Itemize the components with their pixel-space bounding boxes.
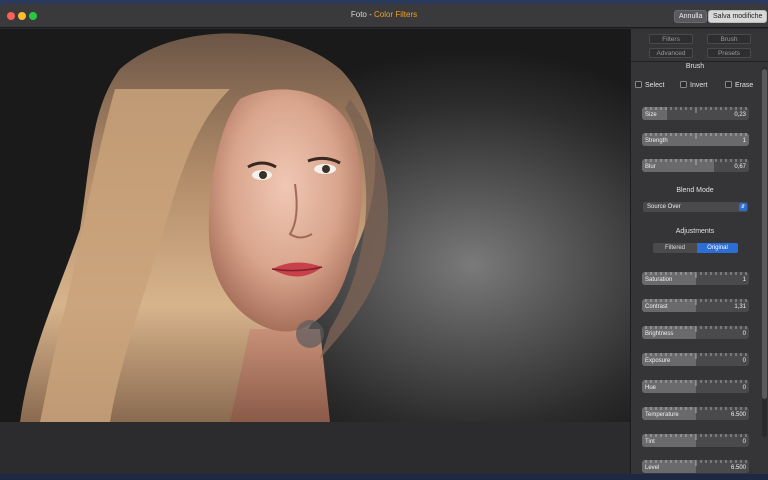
size-slider-label: Size	[645, 112, 657, 118]
title-app-name: Foto	[350, 10, 367, 19]
temperature-slider-value: 6.500	[730, 412, 746, 418]
size-slider[interactable]: Size 0,23	[642, 107, 749, 120]
saturation-slider-value: 1	[742, 277, 746, 283]
size-slider-value: 0,23	[734, 112, 746, 118]
panel-divider	[631, 61, 768, 62]
blend-mode-value: Source Over	[647, 204, 681, 210]
tab-filters[interactable]: Filters	[649, 34, 693, 44]
tab-presets[interactable]: Presets	[707, 48, 751, 58]
select-checkbox-box[interactable]	[635, 81, 642, 88]
select-checkbox[interactable]: Select	[635, 81, 664, 89]
title-extension-name: Color Filters	[374, 10, 418, 19]
hue-slider-ticks	[645, 380, 747, 386]
size-slider-ticks	[645, 107, 747, 113]
filter-side-panel: Filters Brush Advanced Presets Brush Sel…	[630, 29, 768, 476]
saturation-slider[interactable]: Saturation 1	[642, 272, 749, 285]
blur-slider-value: 0,67	[734, 164, 746, 170]
select-checkbox-label: Select	[645, 82, 665, 89]
title-bar: Foto - Color Filters Annulla Salva modif…	[0, 4, 768, 28]
tint-slider-value: 0	[742, 439, 746, 445]
scrollbar-thumb[interactable]	[762, 69, 767, 399]
invert-checkbox-box[interactable]	[680, 81, 687, 88]
level-slider[interactable]: Level 6.500	[642, 460, 749, 473]
exposure-slider[interactable]: Exposure 0	[642, 353, 749, 366]
app-window: Foto - Color Filters Annulla Salva modif…	[0, 4, 768, 476]
strength-slider-label: Strength	[645, 138, 668, 144]
cancel-button[interactable]: Annulla	[674, 10, 708, 23]
erase-checkbox-label: Erase	[735, 82, 754, 89]
temperature-slider[interactable]: Temperature 6.500	[642, 407, 749, 420]
save-changes-button[interactable]: Salva modifiche	[708, 10, 768, 23]
strength-slider-value: 1	[742, 138, 746, 144]
blur-slider-ticks	[645, 159, 747, 165]
tab-advanced[interactable]: Advanced	[649, 48, 693, 58]
hue-slider-label: Hue	[645, 385, 657, 391]
blend-mode-title: Blend Mode	[676, 187, 714, 194]
saturation-slider-label: Saturation	[645, 277, 673, 283]
blur-slider[interactable]: Blur 0,67	[642, 159, 749, 172]
strength-slider[interactable]: Strength 1	[642, 133, 749, 146]
portrait-photo-illustration	[20, 33, 389, 422]
blend-mode-select[interactable]: Source Over ⇵	[643, 202, 748, 212]
brightness-slider[interactable]: Brightness 0	[642, 326, 749, 339]
tint-slider-ticks	[645, 434, 747, 440]
invert-checkbox-label: Invert	[690, 82, 708, 89]
filtered-toggle[interactable]: Filtered	[653, 243, 697, 253]
brightness-slider-label: Brightness	[645, 331, 674, 337]
brush-section-title: Brush	[685, 63, 705, 70]
window-title: Foto - Color Filters	[0, 10, 768, 19]
adjustments-title: Adjustments	[675, 228, 715, 235]
title-separator: -	[366, 10, 374, 19]
panel-scrollbar[interactable]	[762, 67, 767, 437]
tint-slider[interactable]: Tint 0	[642, 434, 749, 447]
photo-preview[interactable]	[0, 29, 630, 422]
erase-checkbox-box[interactable]	[725, 81, 732, 88]
blur-slider-label: Blur	[645, 164, 656, 170]
invert-checkbox[interactable]: Invert	[680, 81, 708, 89]
tab-brush[interactable]: Brush	[707, 34, 751, 44]
temperature-slider-label: Temperature	[645, 412, 679, 418]
exposure-slider-value: 0	[742, 358, 746, 364]
tint-slider-label: Tint	[645, 439, 655, 445]
chevron-updown-icon: ⇵	[739, 203, 747, 211]
level-slider-label: Level	[645, 465, 660, 471]
desktop-background-strip	[0, 474, 768, 480]
contrast-slider-label: Contrast	[645, 304, 668, 310]
contrast-slider[interactable]: Contrast 1,31	[642, 299, 749, 312]
hue-slider-value: 0	[742, 385, 746, 391]
brightness-slider-value: 0	[742, 331, 746, 337]
contrast-slider-value: 1,31	[734, 304, 746, 310]
hue-slider[interactable]: Hue 0	[642, 380, 749, 393]
original-toggle[interactable]: Original	[697, 243, 738, 253]
exposure-slider-label: Exposure	[645, 358, 671, 364]
level-slider-value: 6.500	[730, 465, 746, 471]
erase-checkbox[interactable]: Erase	[725, 81, 753, 89]
